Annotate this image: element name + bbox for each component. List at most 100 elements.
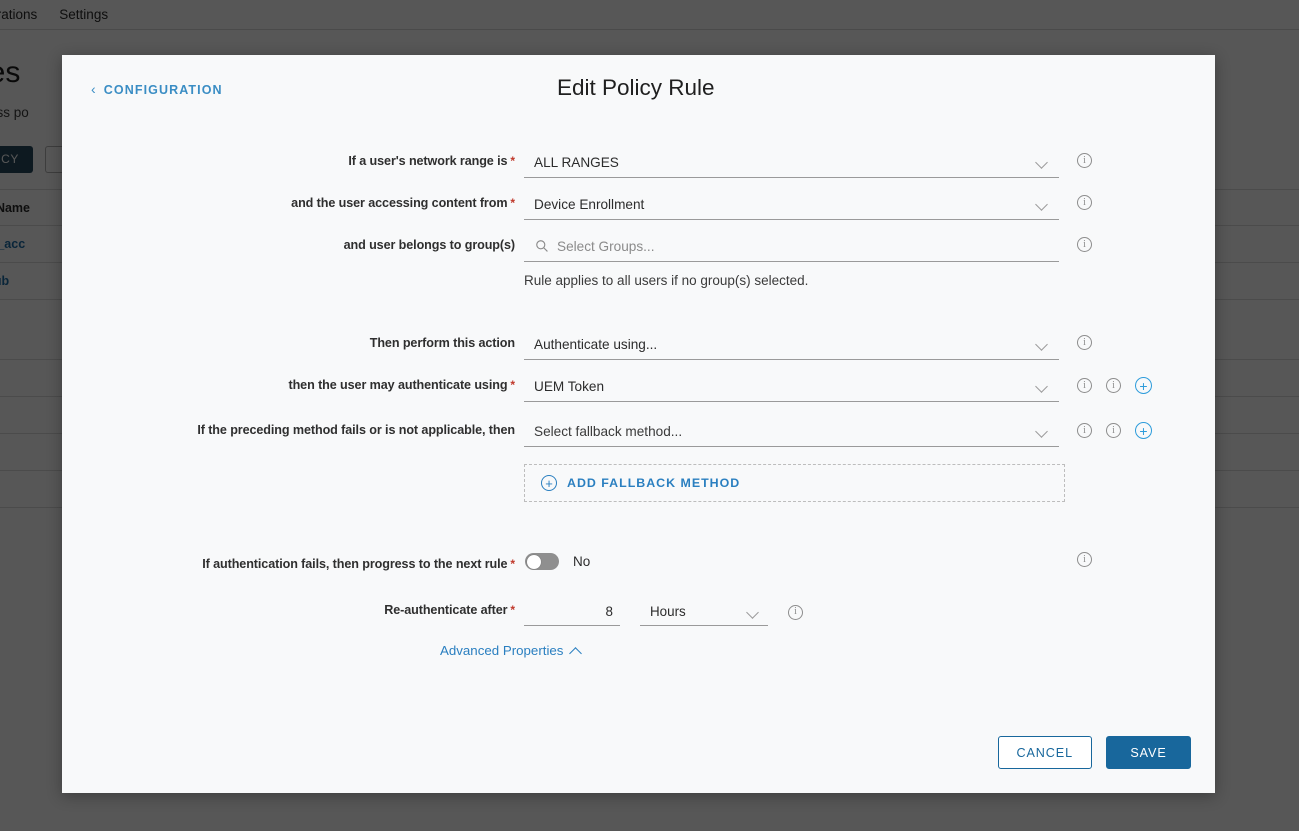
advanced-properties-toggle[interactable]: Advanced Properties: [440, 643, 581, 658]
add-fallback-method-button[interactable]: + ADD FALLBACK METHOD: [524, 464, 1065, 502]
info-icon[interactable]: i: [1077, 423, 1092, 438]
toggle-state-label: No: [573, 554, 591, 569]
fallback-method-select[interactable]: Select fallback method...: [524, 416, 1059, 447]
form-row-advanced-properties: Advanced Properties: [62, 643, 1215, 658]
auth-method-icons: i i +: [1059, 371, 1152, 394]
search-icon: [536, 240, 548, 252]
field-advanced-properties: Advanced Properties: [440, 643, 975, 658]
accessing-from-value: Device Enrollment: [534, 196, 645, 212]
progress-next-rule-toggle[interactable]: [525, 553, 559, 570]
progress-next-rule-icons: i: [1059, 550, 1092, 567]
label-text: If authentication fails, then progress t…: [202, 557, 508, 571]
field-reauthenticate: 8 Hours i: [524, 598, 1059, 626]
reauthenticate-unit-value: Hours: [650, 604, 686, 619]
auth-method-select[interactable]: UEM Token: [524, 371, 1059, 402]
form-row-network-range: If a user's network range is * ALL RANGES…: [62, 147, 1215, 178]
info-icon[interactable]: i: [1106, 423, 1121, 438]
required-marker: *: [510, 603, 515, 617]
save-button[interactable]: SAVE: [1106, 736, 1191, 769]
label-fallback: If the preceding method fails or is not …: [62, 416, 524, 437]
field-groups: Select Groups... Rule applies to all use…: [524, 231, 1059, 288]
network-range-value: ALL RANGES: [534, 154, 619, 170]
form-row-auth-method: then the user may authenticate using * UE…: [62, 371, 1215, 402]
chevron-down-icon: [1037, 382, 1047, 392]
label-action: Then perform this action: [62, 329, 524, 350]
info-icon[interactable]: i: [1077, 237, 1092, 252]
form-row-groups: and user belongs to group(s) Select Grou…: [62, 231, 1215, 288]
reauthenticate-unit-select[interactable]: Hours: [640, 598, 768, 626]
edit-policy-rule-dialog: ‹ CONFIGURATION Edit Policy Rule If a us…: [62, 55, 1215, 793]
label-accessing-from: and the user accessing content from *: [62, 189, 524, 210]
chevron-down-icon: [1037, 427, 1047, 437]
dialog-footer: CANCEL SAVE: [997, 736, 1191, 769]
policy-rule-form: If a user's network range is * ALL RANGES…: [62, 147, 1215, 658]
label-network-range: If a user's network range is *: [62, 147, 524, 168]
action-select[interactable]: Authenticate using...: [524, 329, 1059, 360]
action-value: Authenticate using...: [534, 336, 658, 352]
required-marker: *: [510, 196, 515, 210]
info-icon[interactable]: i: [1077, 195, 1092, 210]
label-text: Then perform this action: [369, 336, 515, 350]
label-reauthenticate: Re-authenticate after *: [62, 598, 524, 617]
add-fallback-icon[interactable]: +: [1135, 422, 1152, 439]
auth-method-value: UEM Token: [534, 378, 605, 394]
groups-search-input[interactable]: Select Groups...: [524, 231, 1059, 262]
dialog-title: Edit Policy Rule: [557, 75, 715, 100]
info-icon[interactable]: i: [1077, 378, 1092, 393]
field-action: Authenticate using...: [524, 329, 1059, 360]
field-fallback: Select fallback method... + ADD FALLBACK…: [524, 416, 1065, 502]
plus-circle-icon: +: [541, 475, 557, 491]
field-auth-method: UEM Token: [524, 371, 1059, 402]
chevron-down-icon: [748, 608, 758, 618]
groups-icons: i: [1059, 231, 1092, 252]
groups-helper-text: Rule applies to all users if no group(s)…: [524, 273, 809, 288]
chevron-left-icon: ‹: [91, 81, 97, 97]
info-icon[interactable]: i: [1106, 378, 1121, 393]
field-network-range: ALL RANGES: [524, 147, 1059, 178]
groups-placeholder: Select Groups...: [557, 238, 655, 254]
back-link-label: CONFIGURATION: [103, 83, 223, 97]
form-row-action: Then perform this action Authenticate us…: [62, 329, 1215, 360]
info-icon[interactable]: i: [1077, 552, 1092, 567]
accessing-from-icons: i: [1059, 189, 1092, 210]
cancel-button[interactable]: CANCEL: [997, 736, 1092, 769]
label-text: and user belongs to group(s): [343, 238, 516, 252]
label-progress-next-rule: If authentication fails, then progress t…: [62, 550, 524, 571]
label-spacer: [62, 643, 440, 650]
info-icon[interactable]: i: [1077, 335, 1092, 350]
required-marker: *: [510, 557, 515, 571]
form-row-accessing-from: and the user accessing content from * Dev…: [62, 189, 1215, 220]
toggle-knob: [526, 554, 541, 569]
form-row-progress-next-rule: If authentication fails, then progress t…: [62, 550, 1215, 571]
progress-next-rule-toggle-wrap: No: [524, 550, 1059, 570]
label-text: If a user's network range is: [348, 154, 508, 168]
required-marker: *: [510, 154, 515, 168]
field-progress-next-rule: No: [524, 550, 1059, 570]
chevron-up-icon: [571, 646, 581, 656]
label-text: Re-authenticate after: [384, 603, 508, 617]
form-row-fallback: If the preceding method fails or is not …: [62, 416, 1215, 502]
network-range-select[interactable]: ALL RANGES: [524, 147, 1059, 178]
info-icon[interactable]: i: [1077, 153, 1092, 168]
fallback-method-value: Select fallback method...: [534, 423, 683, 439]
network-range-icons: i: [1059, 147, 1092, 168]
info-icon[interactable]: i: [788, 604, 803, 620]
dialog-header: ‹ CONFIGURATION Edit Policy Rule: [62, 55, 1215, 147]
chevron-down-icon: [1037, 340, 1047, 350]
fallback-icons: i i +: [1059, 416, 1152, 439]
chevron-down-icon: [1037, 200, 1047, 210]
accessing-from-select[interactable]: Device Enrollment: [524, 189, 1059, 220]
add-fallback-method-label: ADD FALLBACK METHOD: [567, 476, 741, 490]
add-auth-method-icon[interactable]: +: [1135, 377, 1152, 394]
label-text: then the user may authenticate using: [288, 378, 508, 392]
reauthenticate-value-input[interactable]: 8: [524, 598, 620, 626]
label-auth-method: then the user may authenticate using *: [62, 371, 524, 392]
required-marker: *: [510, 378, 515, 392]
label-text: and the user accessing content from: [291, 196, 508, 210]
advanced-properties-label: Advanced Properties: [440, 643, 564, 658]
form-row-reauthenticate: Re-authenticate after * 8 Hours i: [62, 598, 1215, 626]
field-accessing-from: Device Enrollment: [524, 189, 1059, 220]
action-icons: i: [1059, 329, 1092, 350]
back-to-configuration-link[interactable]: ‹ CONFIGURATION: [91, 81, 223, 97]
label-groups: and user belongs to group(s): [62, 231, 524, 252]
